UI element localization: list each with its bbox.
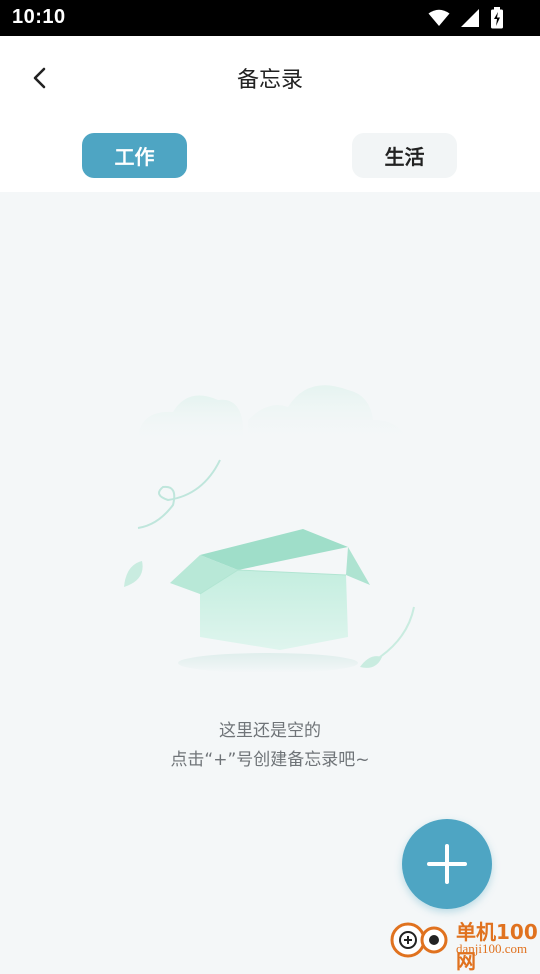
plus-icon [427,844,467,884]
wifi-icon [428,9,450,26]
category-tabs: 工作 生活 [0,120,540,192]
tab-work[interactable]: 工作 [82,133,187,178]
page-title: 备忘录 [236,68,303,93]
signal-icon [461,9,479,27]
watermark-subtitle: danji100.com [456,941,528,956]
empty-box-illustration [124,385,415,673]
battery-charging-icon [491,7,503,29]
add-memo-button[interactable] [402,819,492,909]
empty-message-hint: 点击“+”号创建备忘录吧~ [170,750,370,770]
tab-life[interactable]: 生活 [352,133,457,178]
tab-work-label: 工作 [114,145,155,169]
empty-message-title: 这里还是空的 [219,721,321,741]
status-time: 10:10 [12,6,66,28]
status-bar: 10:10 [0,0,540,36]
tab-life-label: 生活 [384,145,425,169]
status-icons [428,7,504,29]
watermark-logo-icon [390,922,448,958]
watermark: 单机100网 danji100.com [388,914,540,973]
app-header: 备忘录 [0,36,540,120]
